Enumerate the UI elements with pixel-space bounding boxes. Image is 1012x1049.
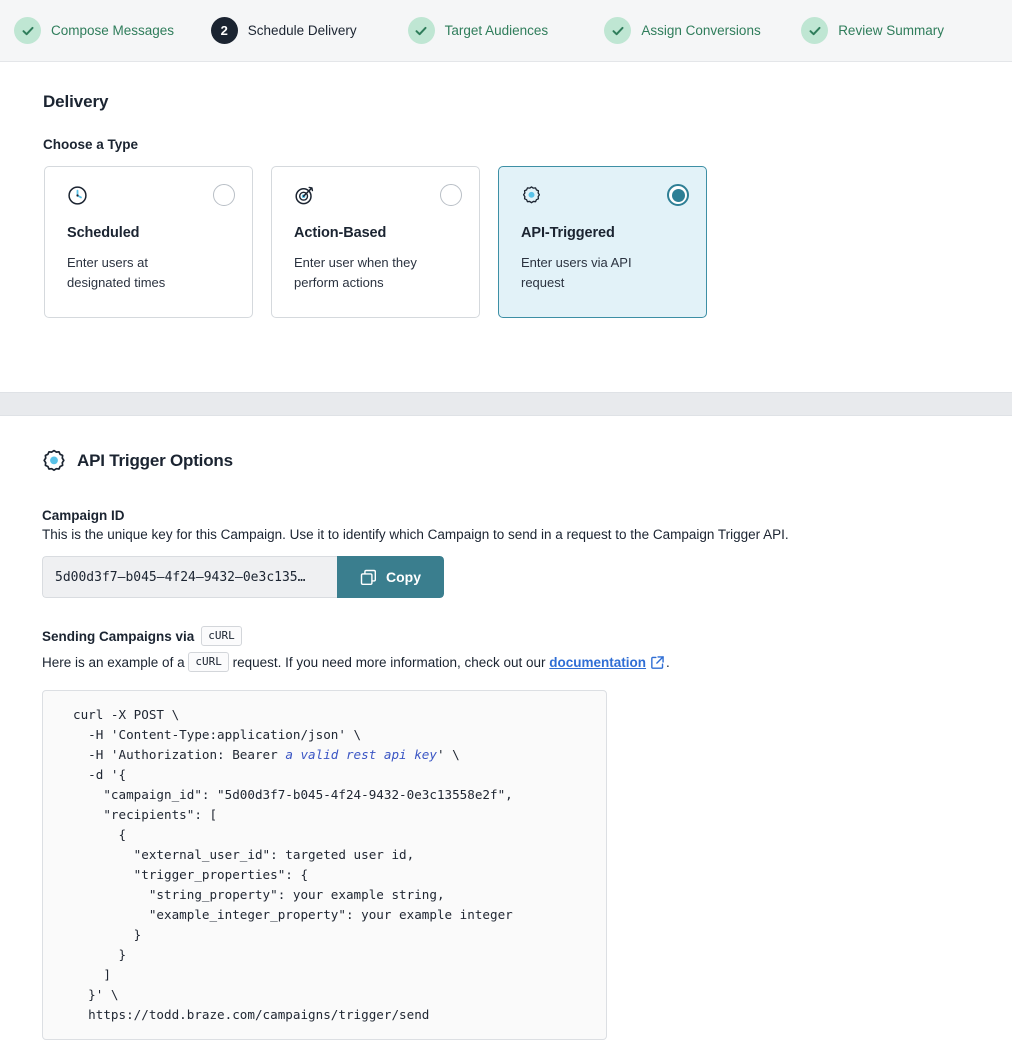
code-line: "external_user_id": targeted user id, xyxy=(73,847,415,862)
code-line: "string_property": your example string, xyxy=(73,887,445,902)
copy-icon xyxy=(360,569,377,586)
curl-chip-inline: cURL xyxy=(188,652,229,672)
code-line-auth-prefix: -H 'Authorization: Bearer xyxy=(73,747,286,762)
code-line: { xyxy=(73,827,127,842)
copy-button-label: Copy xyxy=(386,569,421,585)
clock-icon xyxy=(67,185,230,211)
step-target-audiences[interactable]: Target Audiences xyxy=(407,17,605,44)
code-line: "trigger_properties": { xyxy=(73,867,309,882)
radio-action-based[interactable] xyxy=(440,184,462,206)
example-prefix: Here is an example of a xyxy=(42,654,185,670)
section-title: API Trigger Options xyxy=(77,451,233,470)
gear-icon xyxy=(42,449,66,473)
code-line: -H 'Content-Type:application/json' \ xyxy=(73,727,362,742)
delivery-card-desc: Enter users via API request xyxy=(521,255,632,290)
step-review-summary[interactable]: Review Summary xyxy=(801,17,998,44)
delivery-section: Delivery Choose a Type Scheduled Enter u… xyxy=(0,62,1012,392)
delivery-card-action-based[interactable]: Action-Based Enter user when they perfor… xyxy=(271,166,480,318)
wizard-stepper: Compose Messages 2 Schedule Delivery Tar… xyxy=(0,0,1012,62)
curl-chip: cURL xyxy=(201,626,242,646)
gear-icon xyxy=(521,185,684,211)
step-number: 2 xyxy=(220,23,228,38)
code-line: -d '{ xyxy=(73,767,127,782)
choose-type-label: Choose a Type xyxy=(43,137,139,152)
code-line: "recipients": [ xyxy=(73,807,218,822)
api-trigger-options-section: API Trigger Options Campaign ID This is … xyxy=(0,416,1012,1040)
code-line: } xyxy=(73,947,127,962)
campaign-id-description: This is the unique key for this Campaign… xyxy=(42,527,789,542)
code-line: ] xyxy=(73,967,111,982)
target-icon xyxy=(294,185,457,211)
code-line: curl -X POST \ xyxy=(73,707,180,722)
check-icon xyxy=(612,26,624,35)
external-link-icon[interactable] xyxy=(651,655,664,669)
step-complete-badge xyxy=(14,17,41,44)
delivery-card-title: API-Triggered xyxy=(521,225,615,241)
delivery-type-cards: Scheduled Enter users at designated time… xyxy=(44,166,1012,318)
step-complete-badge xyxy=(407,17,435,44)
step-complete-badge xyxy=(604,17,632,44)
step-label: Review Summary xyxy=(838,23,944,38)
delivery-card-scheduled[interactable]: Scheduled Enter users at designated time… xyxy=(44,166,253,318)
step-schedule-delivery[interactable]: 2 Schedule Delivery xyxy=(210,17,408,44)
delivery-card-title: Action-Based xyxy=(294,225,387,241)
step-label: Schedule Delivery xyxy=(247,23,357,38)
code-line: "campaign_id": "5d00d3f7-b045-4f24-9432-… xyxy=(73,787,513,802)
radio-api-triggered[interactable] xyxy=(667,184,689,206)
step-label: Target Audiences xyxy=(444,23,549,38)
campaign-id-label: Campaign ID xyxy=(42,508,125,523)
delivery-card-api-triggered[interactable]: API-Triggered Enter users via API reques… xyxy=(498,166,707,318)
step-assign-conversions[interactable]: Assign Conversions xyxy=(604,17,801,44)
sending-campaigns-label-row: Sending Campaigns via cURL xyxy=(42,626,1012,646)
step-complete-badge xyxy=(801,17,829,44)
code-line: } xyxy=(73,927,142,942)
step-compose-messages[interactable]: Compose Messages xyxy=(14,17,211,44)
sending-campaigns-label: Sending Campaigns via xyxy=(42,628,195,644)
step-number-badge: 2 xyxy=(210,17,238,44)
example-middle: request. If you need more information, c… xyxy=(232,654,546,670)
section-divider xyxy=(0,392,1012,416)
check-icon xyxy=(22,26,33,35)
campaign-id-input[interactable]: 5d00d3f7–b045–4f24–9432–0e3c135… xyxy=(42,556,337,598)
page-title: Delivery xyxy=(43,92,109,111)
example-description-row: Here is an example of a cURL request. If… xyxy=(42,652,1012,672)
code-line-auth-placeholder: a valid rest api key xyxy=(285,747,437,762)
copy-button[interactable]: Copy xyxy=(337,556,444,598)
campaign-id-row: 5d00d3f7–b045–4f24–9432–0e3c135… Copy xyxy=(42,556,444,598)
step-label: Compose Messages xyxy=(51,23,175,38)
code-line: "example_integer_property": your example… xyxy=(73,907,513,922)
delivery-card-title: Scheduled xyxy=(67,225,140,241)
api-trigger-options-header: API Trigger Options xyxy=(42,449,1012,473)
code-line-auth-suffix: ' \ xyxy=(436,747,460,762)
curl-example-code-block[interactable]: curl -X POST \ -H 'Content-Type:applicat… xyxy=(42,690,607,1040)
code-line: }' \ xyxy=(73,987,119,1002)
example-suffix: . xyxy=(666,654,670,670)
delivery-card-desc: Enter users at designated times xyxy=(67,255,166,290)
radio-scheduled[interactable] xyxy=(213,184,235,206)
delivery-card-desc: Enter user when they perform actions xyxy=(294,255,417,290)
step-label: Assign Conversions xyxy=(641,23,761,38)
code-line: https://todd.braze.com/campaigns/trigger… xyxy=(73,1007,430,1022)
documentation-link[interactable]: documentation xyxy=(549,655,646,670)
check-icon xyxy=(415,26,427,35)
check-icon xyxy=(809,26,821,35)
